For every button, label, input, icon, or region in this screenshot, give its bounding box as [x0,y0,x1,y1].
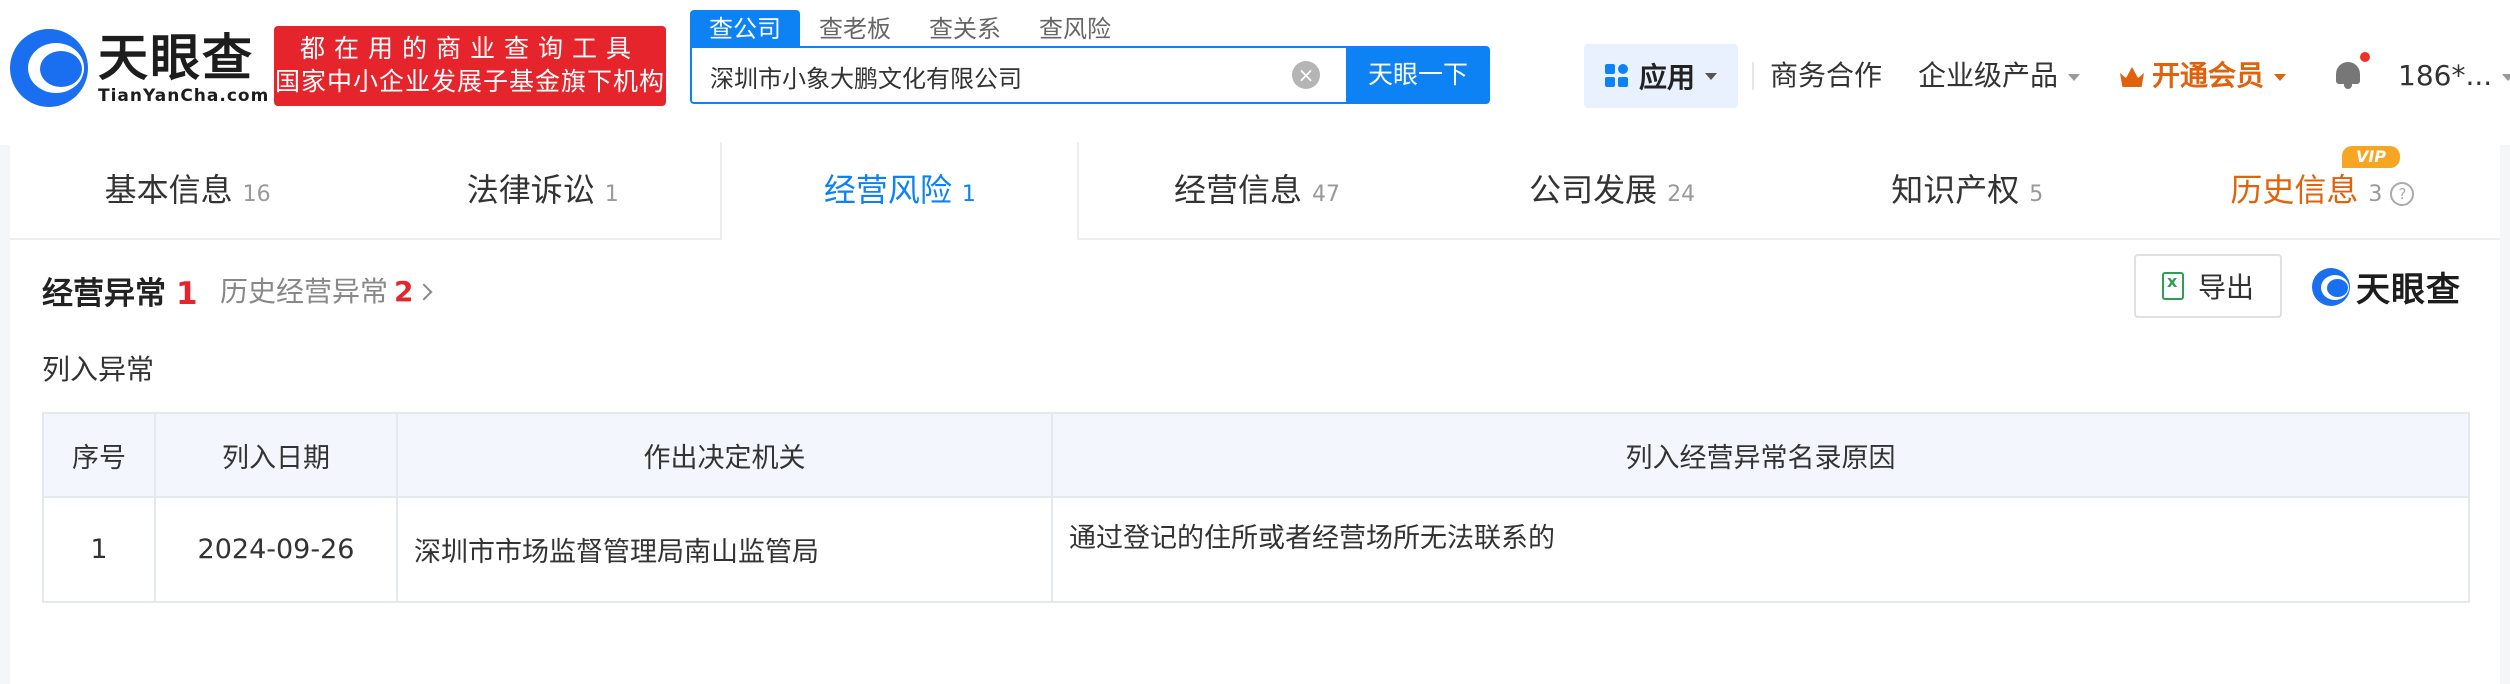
column-header-reason: 列入经营异常名录原因 [1051,412,2470,498]
crown-icon [2120,67,2144,87]
search-button[interactable]: 天眼一下 [1346,46,1490,104]
apps-menu-button[interactable]: 应用 [1584,44,1738,108]
tab-count: 16 [242,182,271,207]
promo-line2: 国家中小企业发展子基金旗下机构 [274,67,665,96]
column-header-index: 序号 [42,412,156,498]
tab-label: 历史信息 [2230,171,2359,209]
vip-badge: VIP [2342,146,2400,168]
cell-index: 1 [42,496,156,603]
section-title: 经营异常 1 [42,268,198,313]
history-abnormal-link[interactable]: 历史经营异常 2 [220,270,432,310]
tab-ip[interactable]: 知识产权 5 [1790,142,2145,238]
user-account-menu[interactable]: 186*... [2398,44,2510,108]
table-row: 1 2024-09-26 深圳市市场监督管理局南山监管局 通过登记的住所或者经营… [42,496,2470,603]
chevron-down-icon [2068,73,2081,81]
chevron-right-icon [415,283,432,301]
search-box: × [690,46,1346,104]
tab-label: 经营信息 [1173,171,1302,209]
promo-banner[interactable]: 都在用的商业查询工具 国家中小企业发展子基金旗下机构 [274,26,666,106]
watermark-logo: 天眼查 [2312,262,2461,311]
chevron-down-icon [2502,73,2510,81]
detail-tabs: 基本信息 16 法律诉讼 1 经营风险 1 经营信息 47 公司发展 24 知识产权 5 历… [10,142,2500,240]
notification-bell-icon[interactable] [2334,52,2370,90]
subsection-title: 列入异常 [42,353,155,386]
grid-apps-icon [1604,64,1629,88]
promo-line1: 都在用的商业查询工具 [299,34,640,63]
tab-count: 47 [1312,182,1340,207]
tab-basic-info[interactable]: 基本信息 16 [10,142,365,238]
history-abnormal-label: 历史经营异常 [220,275,389,308]
abnormal-table: 序号 列入日期 作出决定机关 列入经营异常名录原因 1 2024-09-26 深… [42,412,2470,603]
enterprise-products-label: 企业级产品 [1918,59,2059,92]
tab-label: 法律诉讼 [466,171,595,209]
tab-development[interactable]: 公司发展 24 [1435,142,1790,238]
apps-label: 应用 [1638,61,1695,94]
tab-count: 24 [1667,182,1696,207]
top-header: 天眼查 TianYanCha.com 都在用的商业查询工具 国家中小企业发展子基… [0,0,2510,145]
excel-icon [2161,272,2184,300]
open-vip-menu[interactable]: 开通会员 [2120,44,2287,108]
cell-date: 2024-09-26 [154,496,398,603]
search-type-tabs: 查公司 查老板 查关系 查风险 [690,10,1130,48]
tianyancha-logo[interactable]: 天眼查 TianYanCha.com [10,28,269,108]
open-vip-label: 开通会员 [2152,59,2265,92]
company-detail-card: 基本信息 16 法律诉讼 1 经营风险 1 经营信息 47 公司发展 24 知识产权 5 历… [10,142,2500,684]
tab-count: 1 [961,182,976,207]
tab-operating-info[interactable]: 经营信息 47 [1079,142,1434,238]
unread-dot [2360,52,2370,62]
table-header-row: 序号 列入日期 作出决定机关 列入经营异常名录原因 [42,412,2470,498]
search-input[interactable] [708,48,1272,104]
search-tab-relation[interactable]: 查关系 [910,10,1020,48]
clear-icon[interactable]: × [1292,61,1320,89]
cell-reason: 通过登记的住所或者经营场所无法联系的 [1051,496,2470,603]
help-icon[interactable]: ? [2390,182,2415,206]
export-button[interactable]: 导出 [2134,254,2282,318]
brand-text: 天眼查 [2356,270,2461,310]
tab-operating-risk[interactable]: 经营风险 1 [720,142,1080,240]
nav-divider [1752,62,1754,90]
logo-cn-text: 天眼查 [98,29,254,87]
export-label: 导出 [2197,271,2254,304]
search-tab-risk[interactable]: 查风险 [1020,10,1130,48]
tab-label: 经营风险 [823,171,952,209]
tab-history-info[interactable]: 历史信息 3? [2145,142,2500,238]
search-tab-boss[interactable]: 查老板 [800,10,910,48]
chevron-down-icon [1705,72,1717,80]
enterprise-products-menu[interactable]: 企业级产品 [1918,44,2081,108]
user-name: 186*... [2398,59,2493,92]
search-tab-company[interactable]: 查公司 [690,10,800,48]
column-header-date: 列入日期 [154,412,398,498]
tab-label: 知识产权 [1891,171,2020,209]
logo-mark-icon [10,29,88,107]
tab-label: 基本信息 [104,171,233,209]
section-count: 1 [176,276,198,312]
section-title-label: 经营异常 [42,276,166,312]
tab-count: 3 [2368,182,2383,207]
history-abnormal-count: 2 [394,275,414,308]
tab-legal[interactable]: 法律诉讼 1 [365,142,720,238]
tab-count: 1 [604,182,619,207]
cell-authority: 深圳市市场监督管理局南山监管局 [396,496,1053,603]
tab-label: 公司发展 [1529,171,1658,209]
logo-mark-icon [2312,267,2350,306]
logo-en-text: TianYanCha.com [98,86,270,106]
chevron-down-icon [2274,73,2287,81]
business-cooperation-link[interactable]: 商务合作 [1770,44,1882,108]
tab-count: 5 [2029,182,2044,207]
column-header-authority: 作出决定机关 [396,412,1053,498]
